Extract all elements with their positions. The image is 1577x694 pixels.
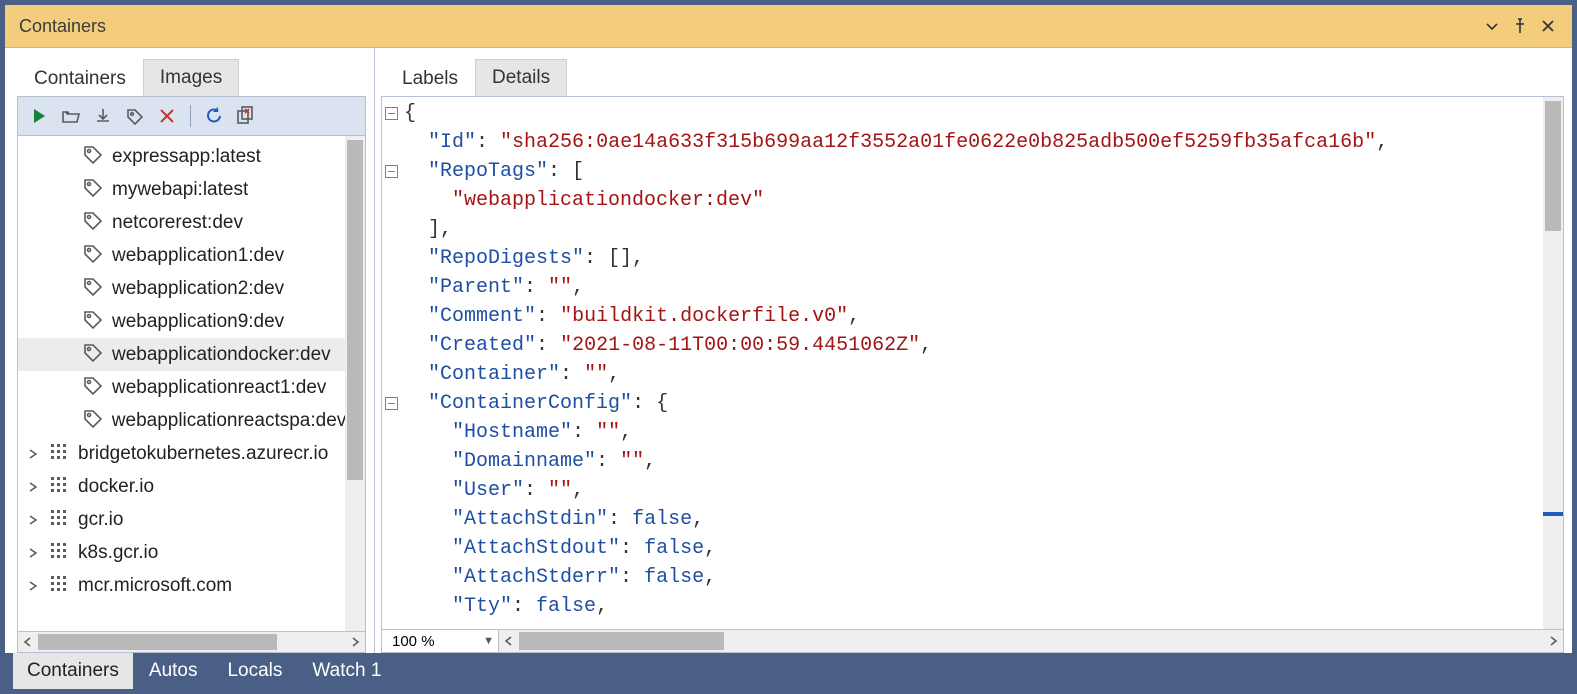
containers-tool-window: Containers Containers Images xyxy=(0,0,1577,694)
bottom-tab[interactable]: Autos xyxy=(135,653,212,689)
tab-containers[interactable]: Containers xyxy=(17,60,143,96)
tree-vertical-scrollbar[interactable] xyxy=(345,136,365,631)
toolbar-separator xyxy=(190,105,191,127)
close-icon[interactable] xyxy=(1534,12,1562,40)
tag-icon xyxy=(82,309,104,335)
pull-button[interactable] xyxy=(88,101,118,131)
tree-row[interactable]: expressapp:latest xyxy=(18,140,345,173)
tree-row[interactable]: webapplicationreact1:dev xyxy=(18,371,345,404)
tag-icon xyxy=(82,210,104,236)
tree-item-label: webapplicationreactspa:dev xyxy=(112,410,345,432)
tree-item-label: webapplication1:dev xyxy=(112,245,284,267)
titlebar: Containers xyxy=(5,5,1572,48)
bottom-tab-bar: ContainersAutosLocalsWatch 1 xyxy=(5,653,1572,689)
registry-icon xyxy=(48,573,70,599)
delete-button[interactable] xyxy=(152,101,182,131)
tab-images[interactable]: Images xyxy=(143,59,239,96)
details-editor[interactable]: { "Id": "sha256:0ae14a633f315b699aa12f35… xyxy=(382,97,1563,629)
tree-item-label: expressapp:latest xyxy=(112,146,261,168)
tree-item-label: webapplication2:dev xyxy=(112,278,284,300)
scroll-left-icon[interactable] xyxy=(18,632,38,652)
refresh-button[interactable] xyxy=(199,101,229,131)
left-pane: Containers Images xyxy=(5,48,375,653)
tag-icon xyxy=(82,408,104,434)
tree-item-label: webapplicationreact1:dev xyxy=(112,377,326,399)
tree-item-label: webapplicationdocker:dev xyxy=(112,344,331,366)
tag-icon xyxy=(82,177,104,203)
tree-row[interactable]: webapplication1:dev xyxy=(18,239,345,272)
tree-item-label: gcr.io xyxy=(78,509,123,531)
details-editor-frame: { "Id": "sha256:0ae14a633f315b699aa12f35… xyxy=(381,96,1564,653)
tree-row[interactable]: k8s.gcr.io xyxy=(18,536,345,569)
tag-button[interactable] xyxy=(120,101,150,131)
window-title: Containers xyxy=(19,16,106,37)
tree-row[interactable]: bridgetokubernetes.azurecr.io xyxy=(18,437,345,470)
tag-icon xyxy=(82,144,104,170)
bottom-tab[interactable]: Containers xyxy=(13,653,133,689)
tree-item-label: bridgetokubernetes.azurecr.io xyxy=(78,443,328,465)
editor-fold-gutter[interactable] xyxy=(382,97,404,629)
scroll-right-icon[interactable] xyxy=(345,632,365,652)
tree-row[interactable]: webapplicationdocker:dev xyxy=(18,338,345,371)
registry-icon xyxy=(48,507,70,533)
tag-icon xyxy=(82,342,104,368)
fold-toggle-icon[interactable] xyxy=(385,165,398,178)
editor-horizontal-scrollbar[interactable] xyxy=(499,630,1563,652)
expand-icon[interactable] xyxy=(26,515,40,525)
tree-row[interactable]: webapplication2:dev xyxy=(18,272,345,305)
tree-item-label: mcr.microsoft.com xyxy=(78,575,232,597)
tree-row[interactable]: mywebapi:latest xyxy=(18,173,345,206)
zoom-selector[interactable]: 100 % ▼ xyxy=(382,630,499,652)
tab-labels[interactable]: Labels xyxy=(385,60,475,96)
registry-icon xyxy=(48,474,70,500)
prune-button[interactable] xyxy=(231,101,261,131)
right-pane: Labels Details { "Id": "sha256:0ae14a633… xyxy=(375,48,1572,653)
chevron-down-icon: ▼ xyxy=(483,635,494,647)
tree-row[interactable]: docker.io xyxy=(18,470,345,503)
zoom-level: 100 % xyxy=(392,633,435,650)
registry-icon xyxy=(48,540,70,566)
tab-details[interactable]: Details xyxy=(475,59,567,96)
bottom-tab[interactable]: Locals xyxy=(213,653,296,689)
scroll-right-icon[interactable] xyxy=(1543,630,1563,652)
run-button[interactable] xyxy=(24,101,54,131)
image-tree[interactable]: expressapp:latest mywebapi:latest netcorer… xyxy=(18,136,345,631)
editor-code-area[interactable]: { "Id": "sha256:0ae14a633f315b699aa12f35… xyxy=(404,97,1543,629)
tree-item-label: docker.io xyxy=(78,476,154,498)
fold-toggle-icon[interactable] xyxy=(385,107,398,120)
expand-icon[interactable] xyxy=(26,449,40,459)
tag-icon xyxy=(82,375,104,401)
images-toolbar xyxy=(17,96,366,136)
expand-icon[interactable] xyxy=(26,581,40,591)
tag-icon xyxy=(82,276,104,302)
tree-item-label: k8s.gcr.io xyxy=(78,542,158,564)
registry-icon xyxy=(48,441,70,467)
tree-horizontal-scrollbar[interactable] xyxy=(17,632,366,653)
tree-item-label: webapplication9:dev xyxy=(112,311,284,333)
open-folder-button[interactable] xyxy=(56,101,86,131)
fold-toggle-icon[interactable] xyxy=(385,397,398,410)
editor-vertical-scrollbar[interactable] xyxy=(1543,97,1563,629)
tree-row[interactable]: webapplicationreactspa:dev xyxy=(18,404,345,437)
tag-icon xyxy=(82,243,104,269)
left-tabs: Containers Images xyxy=(17,48,366,96)
tree-row[interactable]: webapplication9:dev xyxy=(18,305,345,338)
expand-icon[interactable] xyxy=(26,482,40,492)
expand-icon[interactable] xyxy=(26,548,40,558)
tree-item-label: mywebapi:latest xyxy=(112,179,248,201)
tree-row[interactable]: mcr.microsoft.com xyxy=(18,569,345,602)
pin-icon[interactable] xyxy=(1506,12,1534,40)
main-split: Containers Images xyxy=(5,48,1572,653)
tree-item-label: netcorerest:dev xyxy=(112,212,243,234)
scroll-left-icon[interactable] xyxy=(499,630,519,652)
editor-footer: 100 % ▼ xyxy=(382,629,1563,652)
tree-row[interactable]: gcr.io xyxy=(18,503,345,536)
image-tree-wrap: expressapp:latest mywebapi:latest netcorer… xyxy=(17,136,366,632)
right-tabs: Labels Details xyxy=(375,48,1572,96)
tree-row[interactable]: netcorerest:dev xyxy=(18,206,345,239)
bottom-tab[interactable]: Watch 1 xyxy=(298,653,395,689)
window-options-dropdown-icon[interactable] xyxy=(1478,12,1506,40)
